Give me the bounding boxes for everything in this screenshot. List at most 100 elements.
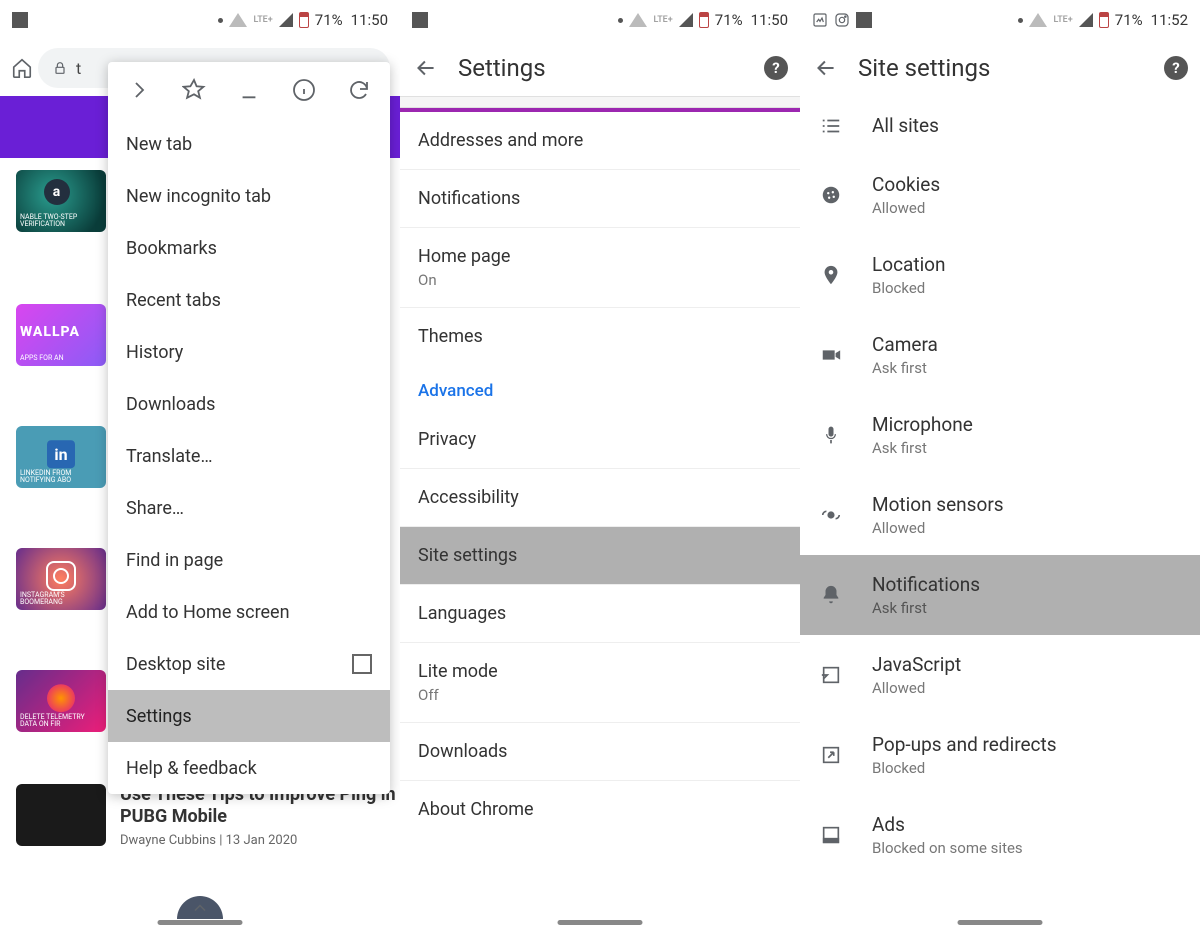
battery-text: 71% xyxy=(1115,11,1143,29)
settings-languages[interactable]: Languages xyxy=(400,585,800,643)
pin-icon xyxy=(814,264,848,286)
battery-icon xyxy=(299,12,309,28)
signal-icon xyxy=(1079,13,1093,27)
menu-find-in-page[interactable]: Find in page xyxy=(108,534,390,586)
download-button[interactable] xyxy=(236,77,262,103)
popup-icon xyxy=(814,744,848,766)
appbar: Settings ? xyxy=(400,40,800,96)
clock-text: 11:50 xyxy=(751,11,788,29)
refresh-button[interactable] xyxy=(346,77,372,103)
settings-accessibility[interactable]: Accessibility xyxy=(400,469,800,527)
lock-icon xyxy=(52,60,68,76)
site-motion[interactable]: Motion sensorsAllowed xyxy=(800,475,1200,555)
menu-bookmarks[interactable]: Bookmarks xyxy=(108,222,390,274)
menu-new-tab[interactable]: New tab xyxy=(108,118,390,170)
menu-translate[interactable]: Translate… xyxy=(108,430,390,482)
info-button[interactable] xyxy=(291,77,317,103)
notification-icon xyxy=(834,12,850,28)
menu-recent-tabs[interactable]: Recent tabs xyxy=(108,274,390,326)
clock-text: 11:50 xyxy=(351,11,388,29)
screen-site-settings: LTE+ 71% 11:52 Site settings ? All sites… xyxy=(800,0,1200,933)
settings-site-settings[interactable]: Site settings xyxy=(400,527,800,585)
thumbnail[interactable]: aNABLE TWO-STEP VERIFICATION xyxy=(16,170,106,232)
js-icon xyxy=(814,664,848,686)
lte-label: LTE+ xyxy=(253,15,272,25)
settings-downloads[interactable]: Downloads xyxy=(400,723,800,781)
ads-icon xyxy=(814,824,848,846)
menu-history[interactable]: History xyxy=(108,326,390,378)
menu-help[interactable]: Help & feedback xyxy=(108,742,390,794)
back-button[interactable] xyxy=(812,54,840,82)
menu-share[interactable]: Share… xyxy=(108,482,390,534)
home-button[interactable] xyxy=(10,56,34,80)
article-byline: Dwayne Cubbins | 13 Jan 2020 xyxy=(120,833,400,848)
thumbnail[interactable]: inLINKEDIN FROM NOTIFYING ABO xyxy=(16,426,106,488)
settings-addresses[interactable]: Addresses and more xyxy=(400,112,800,170)
dot-icon xyxy=(218,18,223,23)
expand-arrow[interactable] xyxy=(177,896,223,919)
settings-themes[interactable]: Themes xyxy=(400,308,800,365)
back-button[interactable] xyxy=(412,54,440,82)
battery-icon xyxy=(699,12,709,28)
notification-icon xyxy=(12,12,28,28)
signal-icon xyxy=(279,13,293,27)
statusbar: LTE+ 71% 11:50 xyxy=(0,0,400,40)
settings-title: Settings xyxy=(458,54,746,82)
settings-homepage[interactable]: Home pageOn xyxy=(400,228,800,308)
screen-settings: LTE+ 71% 11:50 Settings ? Addresses and … xyxy=(400,0,800,933)
signal-icon xyxy=(679,13,693,27)
notification-icon xyxy=(412,12,428,28)
thumbnail[interactable]: INSTAGRAM'S BOOMERANG xyxy=(16,548,106,610)
thumbnail[interactable]: DELETE TELEMETRY DATA ON FIR xyxy=(16,670,106,732)
site-all-sites[interactable]: All sites xyxy=(800,96,1200,155)
settings-privacy[interactable]: Privacy xyxy=(400,411,800,469)
site-location[interactable]: LocationBlocked xyxy=(800,235,1200,315)
desktop-site-checkbox[interactable] xyxy=(352,654,372,674)
menu-downloads[interactable]: Downloads xyxy=(108,378,390,430)
site-ads[interactable]: AdsBlocked on some sites xyxy=(800,795,1200,875)
site-cookies[interactable]: CookiesAllowed xyxy=(800,155,1200,235)
notification-icon xyxy=(856,12,872,28)
appbar: Site settings ? xyxy=(800,40,1200,96)
help-button[interactable]: ? xyxy=(1164,56,1188,80)
lte-label: LTE+ xyxy=(1053,15,1072,25)
wifi-icon xyxy=(1029,13,1047,27)
battery-icon xyxy=(1099,12,1109,28)
nav-handle[interactable] xyxy=(558,920,643,925)
statusbar: LTE+ 71% 11:52 xyxy=(800,0,1200,40)
site-camera[interactable]: CameraAsk first xyxy=(800,315,1200,395)
forward-button[interactable] xyxy=(126,77,152,103)
site-javascript[interactable]: JavaScriptAllowed xyxy=(800,635,1200,715)
nav-handle[interactable] xyxy=(158,920,243,925)
lte-label: LTE+ xyxy=(653,15,672,25)
dot-icon xyxy=(618,18,623,23)
settings-notifications[interactable]: Notifications xyxy=(400,170,800,228)
battery-text: 71% xyxy=(315,11,343,29)
site-settings-title: Site settings xyxy=(858,54,1146,82)
notification-icon xyxy=(812,12,828,28)
bookmark-button[interactable] xyxy=(181,77,207,103)
thumbnail[interactable]: WALLPAAPPS FOR AN xyxy=(16,304,106,366)
dot-icon xyxy=(1018,18,1023,23)
bell-icon xyxy=(814,584,848,606)
camera-icon xyxy=(814,344,848,366)
site-notifications[interactable]: NotificationsAsk first xyxy=(800,555,1200,635)
site-popups[interactable]: Pop-ups and redirectsBlocked xyxy=(800,715,1200,795)
wifi-icon xyxy=(229,13,247,27)
menu-new-incognito[interactable]: New incognito tab xyxy=(108,170,390,222)
overflow-menu: New tab New incognito tab Bookmarks Rece… xyxy=(108,62,390,794)
wifi-icon xyxy=(629,13,647,27)
nav-handle[interactable] xyxy=(958,920,1043,925)
menu-settings[interactable]: Settings xyxy=(108,690,390,742)
help-button[interactable]: ? xyxy=(764,56,788,80)
statusbar: LTE+ 71% 11:50 xyxy=(400,0,800,40)
settings-lite-mode[interactable]: Lite modeOff xyxy=(400,643,800,723)
menu-add-home[interactable]: Add to Home screen xyxy=(108,586,390,638)
list-icon xyxy=(814,115,848,137)
url-text: t xyxy=(76,59,81,78)
site-microphone[interactable]: MicrophoneAsk first xyxy=(800,395,1200,475)
settings-about[interactable]: About Chrome xyxy=(400,781,800,838)
cookie-icon xyxy=(814,184,848,206)
menu-desktop-site[interactable]: Desktop site xyxy=(108,638,390,690)
battery-text: 71% xyxy=(715,11,743,29)
